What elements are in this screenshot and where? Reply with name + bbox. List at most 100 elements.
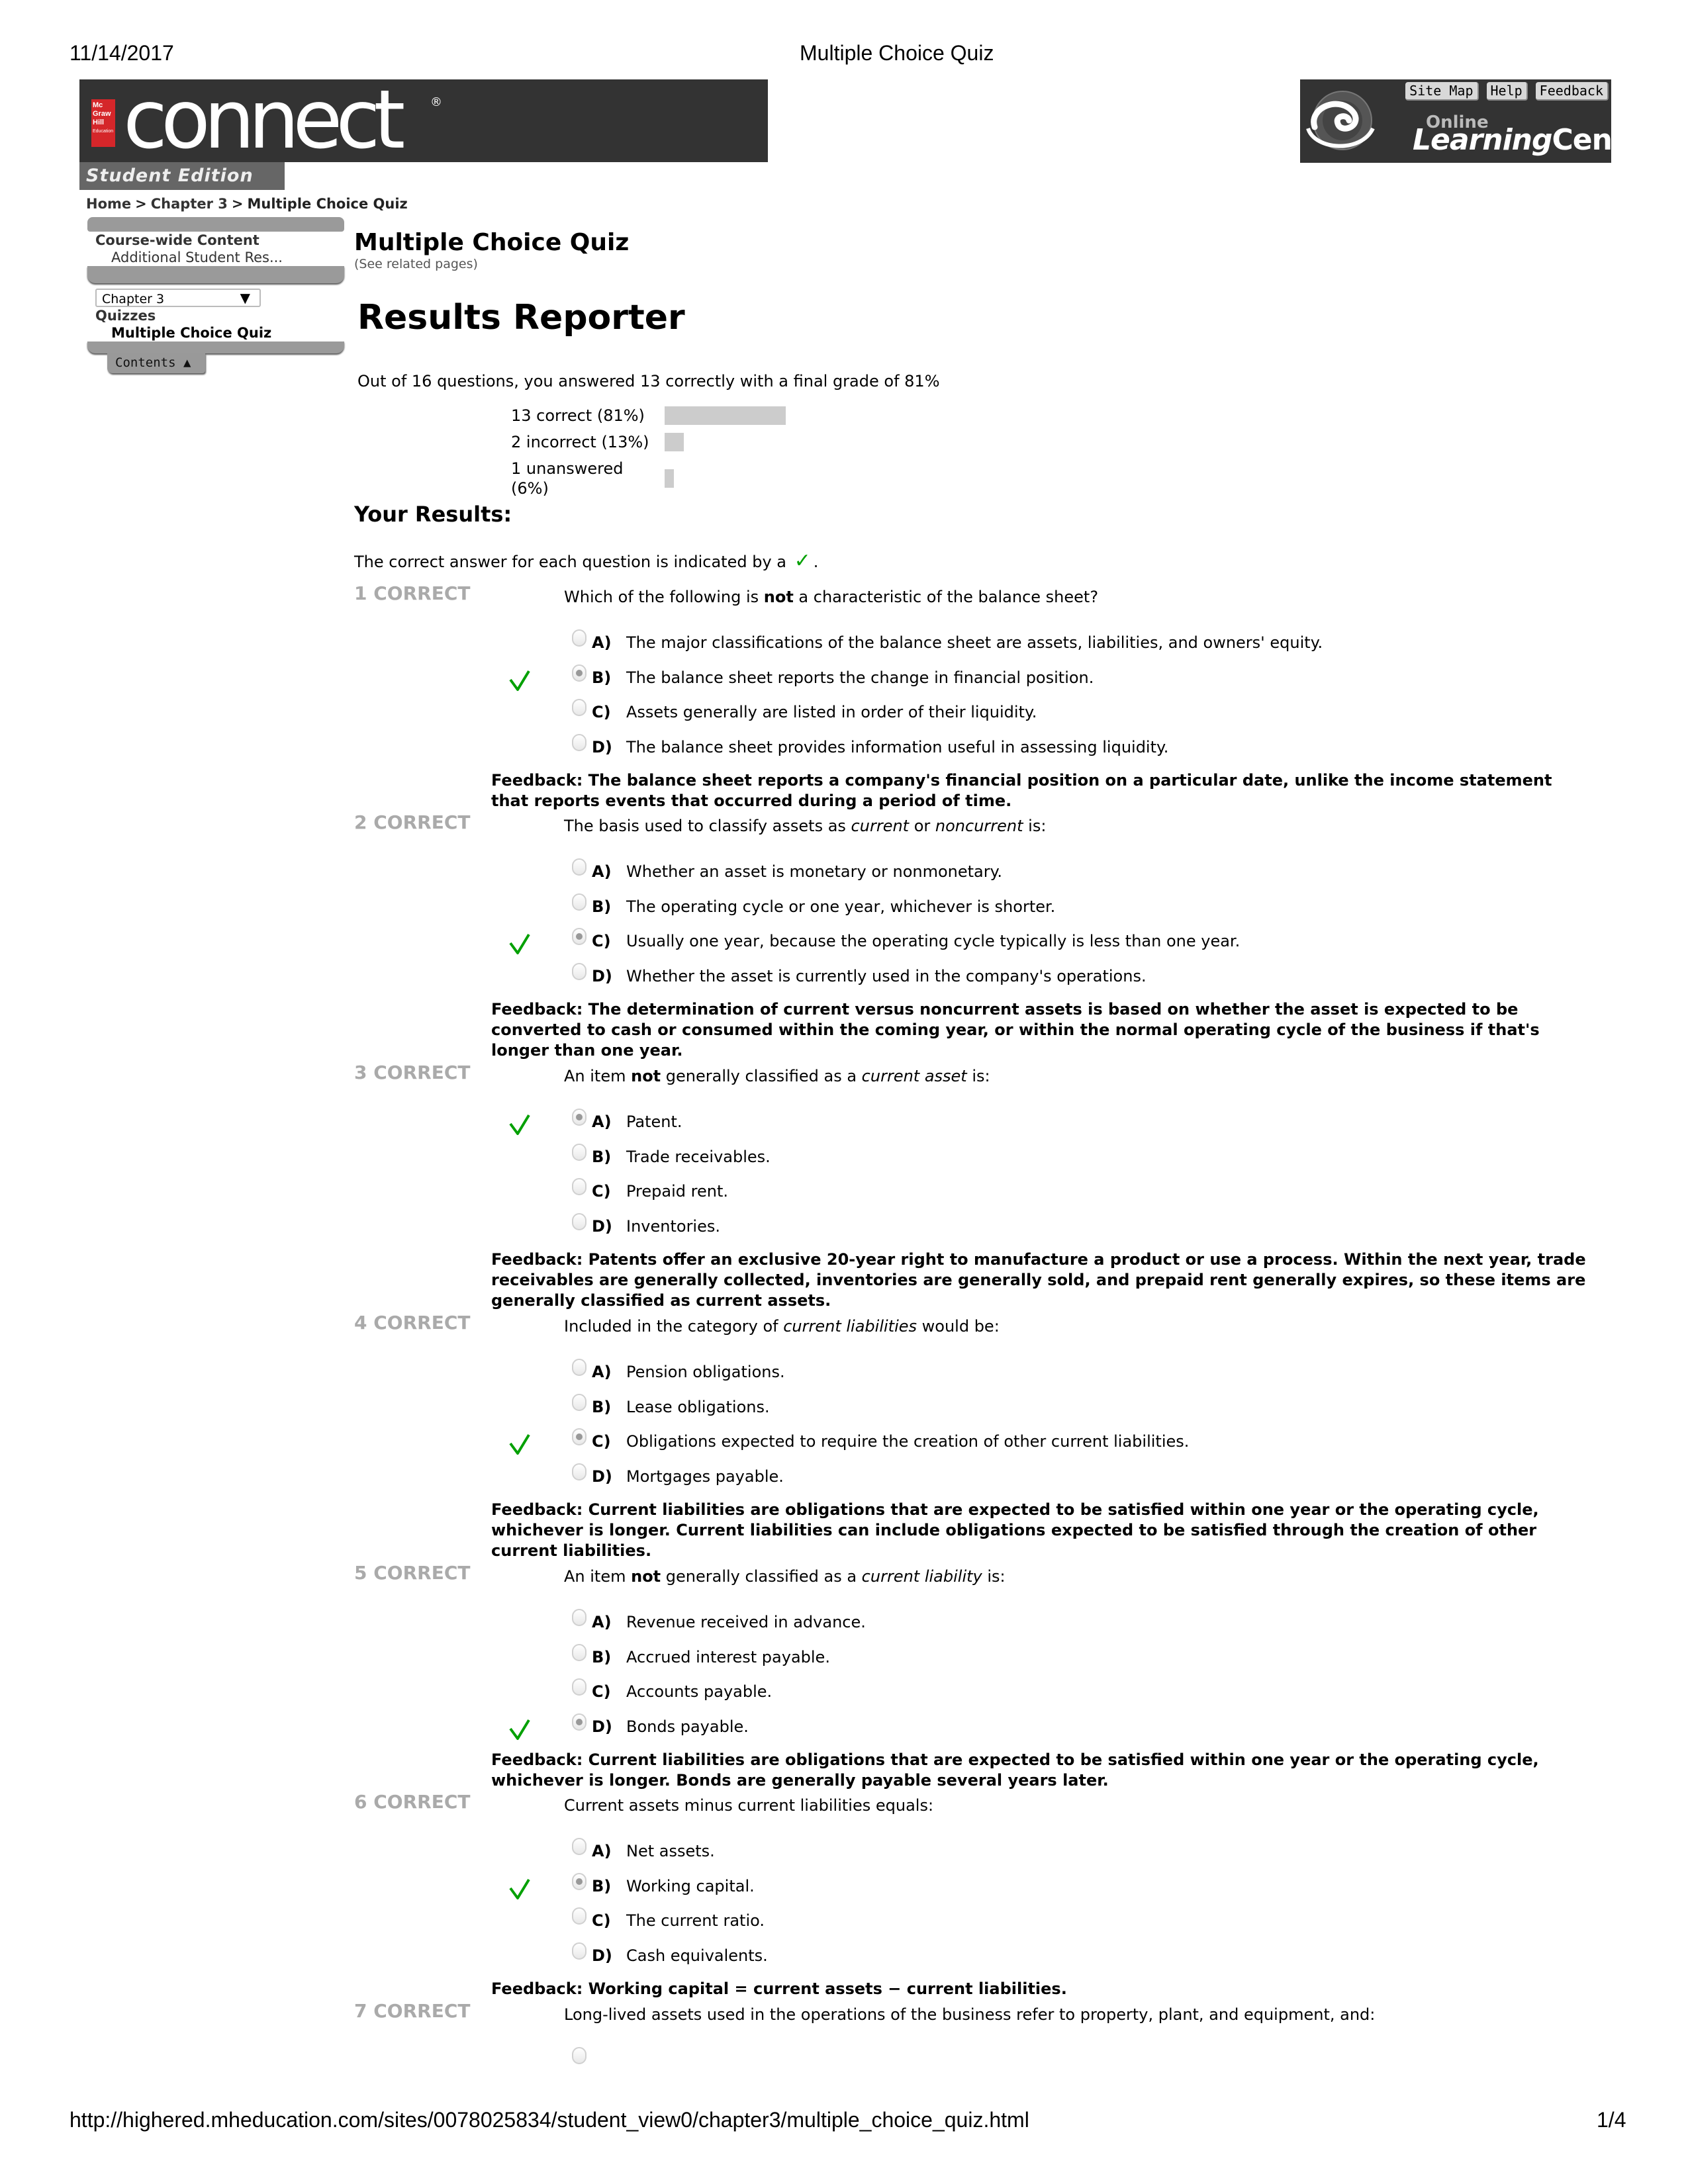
radio-button[interactable]	[572, 962, 586, 980]
results-bar-chart: 13 correct (81%) 2 incorrect (13%) 1 una…	[511, 402, 786, 502]
radio-button[interactable]	[572, 664, 586, 682]
answer-option[interactable]: C) Assets generally are listed in order o…	[572, 699, 1037, 723]
radio-button[interactable]	[572, 1463, 586, 1480]
radio-button[interactable]	[572, 893, 586, 911]
answer-option[interactable]: A) Net assets.	[572, 1838, 715, 1862]
radio-button[interactable]	[572, 1838, 586, 1855]
bar-row-correct: 13 correct (81%)	[511, 402, 786, 429]
contents-toggle-tab[interactable]: Contents ▲	[107, 353, 205, 373]
answer-option[interactable]: B) Lease obligations.	[572, 1393, 770, 1418]
answer-option[interactable]: B) The operating cycle or one year, which…	[572, 893, 1056, 918]
site-map-button[interactable]: Site Map	[1405, 82, 1479, 101]
answer-option[interactable]: D) Mortgages payable.	[572, 1463, 784, 1488]
option-letter: C)	[592, 1432, 611, 1451]
mcgraw-hill-logo: Mc Graw Hill Education	[91, 99, 115, 147]
radio-button[interactable]	[572, 1713, 586, 1731]
radio-button[interactable]	[572, 733, 586, 751]
answer-option[interactable]: A) Pension obligations.	[572, 1359, 785, 1383]
option-text: Cash equivalents.	[626, 1946, 768, 1965]
checkmark-icon: ✓	[794, 549, 811, 572]
answer-option[interactable]: C) Usually one year, because the operatin…	[572, 928, 1240, 952]
answer-option[interactable]: A) Patent.	[572, 1109, 682, 1133]
chapter-select[interactable]: Chapter 3 ▼	[95, 289, 261, 307]
radio-button[interactable]	[572, 1143, 586, 1161]
breadcrumb-chapter[interactable]: Chapter 3	[151, 196, 228, 212]
option-text: Mortgages payable.	[626, 1467, 784, 1486]
radio-button[interactable]	[572, 1178, 586, 1195]
radio-button[interactable]	[572, 1109, 586, 1126]
question-text: The basis used to classify assets as cur…	[564, 817, 1047, 835]
radio-button[interactable]	[572, 1393, 586, 1411]
answer-option[interactable]: B) Trade receivables.	[572, 1143, 771, 1168]
option-letter: B)	[592, 1397, 612, 1416]
radio-button[interactable]	[572, 1212, 586, 1230]
option-letter: A)	[592, 633, 612, 652]
answer-option[interactable]: A) Whether an asset is monetary or nonmon…	[572, 858, 1002, 883]
radio-button[interactable]	[572, 2047, 586, 2064]
student-edition-label: Student Edition	[79, 162, 285, 190]
bar-label: 13 correct (81%)	[511, 406, 645, 425]
question-text: Long-lived assets used in the operations…	[564, 2005, 1376, 2024]
radio-button[interactable]	[572, 1942, 586, 1960]
sidebar-item-multiple-choice-quiz[interactable]: Multiple Choice Quiz	[87, 324, 344, 341]
question-feedback: Feedback: Current liabilities are obliga…	[491, 1751, 1539, 1790]
question-text: Which of the following is not a characte…	[564, 588, 1099, 606]
breadcrumb-home[interactable]: Home	[86, 196, 131, 212]
radio-button[interactable]	[572, 1359, 586, 1376]
option-letter: C)	[592, 1911, 611, 1930]
answer-option[interactable]: C) Prepaid rent.	[572, 1178, 728, 1203]
radio-button[interactable]	[572, 928, 586, 945]
radio-button[interactable]	[572, 1609, 586, 1626]
option-text: Assets generally are listed in order of …	[626, 703, 1037, 721]
option-letter: D)	[592, 1216, 612, 1236]
sidebar: Course-wide Content Additional Student R…	[87, 217, 344, 373]
answer-option[interactable]: B) The balance sheet reports the change i…	[572, 664, 1094, 689]
olc-header: Site Map Help Feedback Online LearningCe…	[1300, 79, 1659, 163]
option-text: Trade receivables.	[626, 1147, 771, 1166]
answer-option[interactable]: A) The major classifications of the balan…	[572, 629, 1323, 654]
bar-unanswered	[665, 469, 674, 488]
radio-button[interactable]	[572, 1907, 586, 1925]
logo-line: Mc	[93, 101, 103, 109]
see-related-pages-link[interactable]: (See related pages)	[354, 257, 1585, 271]
option-text: The operating cycle or one year, whichev…	[626, 897, 1056, 916]
answer-option[interactable]: C) Obligations expected to require the cr…	[572, 1428, 1190, 1453]
option-text: Obligations expected to require the crea…	[626, 1432, 1190, 1451]
radio-button[interactable]	[572, 629, 586, 647]
sidebar-item-additional-resources[interactable]: Additional Student Res...	[87, 249, 344, 266]
correct-checkmark-icon	[508, 1433, 531, 1455]
radio-button[interactable]	[572, 1643, 586, 1661]
answer-option[interactable]: C) Accounts payable.	[572, 1678, 772, 1703]
option-text: The current ratio.	[626, 1911, 765, 1930]
radio-button[interactable]	[572, 1872, 586, 1890]
answer-option[interactable]: D) Inventories.	[572, 1212, 720, 1238]
answer-option[interactable]: A) Revenue received in advance.	[572, 1609, 866, 1633]
answer-option[interactable]: C) The current ratio.	[572, 1907, 765, 1932]
option-text: Working capital.	[626, 1876, 755, 1895]
answer-option[interactable]: B) Working capital.	[572, 1872, 755, 1897]
radio-button[interactable]	[572, 699, 586, 716]
correct-checkmark-icon	[508, 1878, 531, 1900]
answer-option[interactable]: D) Bonds payable.	[572, 1713, 749, 1738]
help-button[interactable]: Help	[1486, 82, 1528, 101]
option-letter: B)	[592, 1876, 612, 1895]
sidebar-top-bar	[87, 217, 344, 232]
sidebar-section-title: Course-wide Content	[95, 232, 259, 248]
feedback-button[interactable]: Feedback	[1535, 82, 1609, 101]
radio-button[interactable]	[572, 858, 586, 876]
radio-button[interactable]	[572, 1428, 586, 1445]
answer-option[interactable]: D) Whether the asset is currently used in…	[572, 962, 1147, 987]
option-letter: D)	[592, 966, 612, 985]
answer-option[interactable]: D) The balance sheet provides information…	[572, 733, 1168, 758]
option-letter: C)	[592, 1682, 611, 1701]
option-letter: D)	[592, 1946, 612, 1965]
option-text: Net assets.	[626, 1842, 715, 1860]
option-letter: C)	[592, 1182, 611, 1201]
answer-option[interactable]	[572, 2047, 592, 2071]
answer-option[interactable]: D) Cash equivalents.	[572, 1942, 768, 1967]
print-url: http://highered.mheducation.com/sites/00…	[70, 2108, 1029, 2132]
radio-button[interactable]	[572, 1678, 586, 1696]
option-text: The balance sheet reports the change in …	[626, 668, 1094, 687]
legend-text: The correct answer for each question is …	[354, 553, 786, 571]
answer-option[interactable]: B) Accrued interest payable.	[572, 1643, 830, 1668]
